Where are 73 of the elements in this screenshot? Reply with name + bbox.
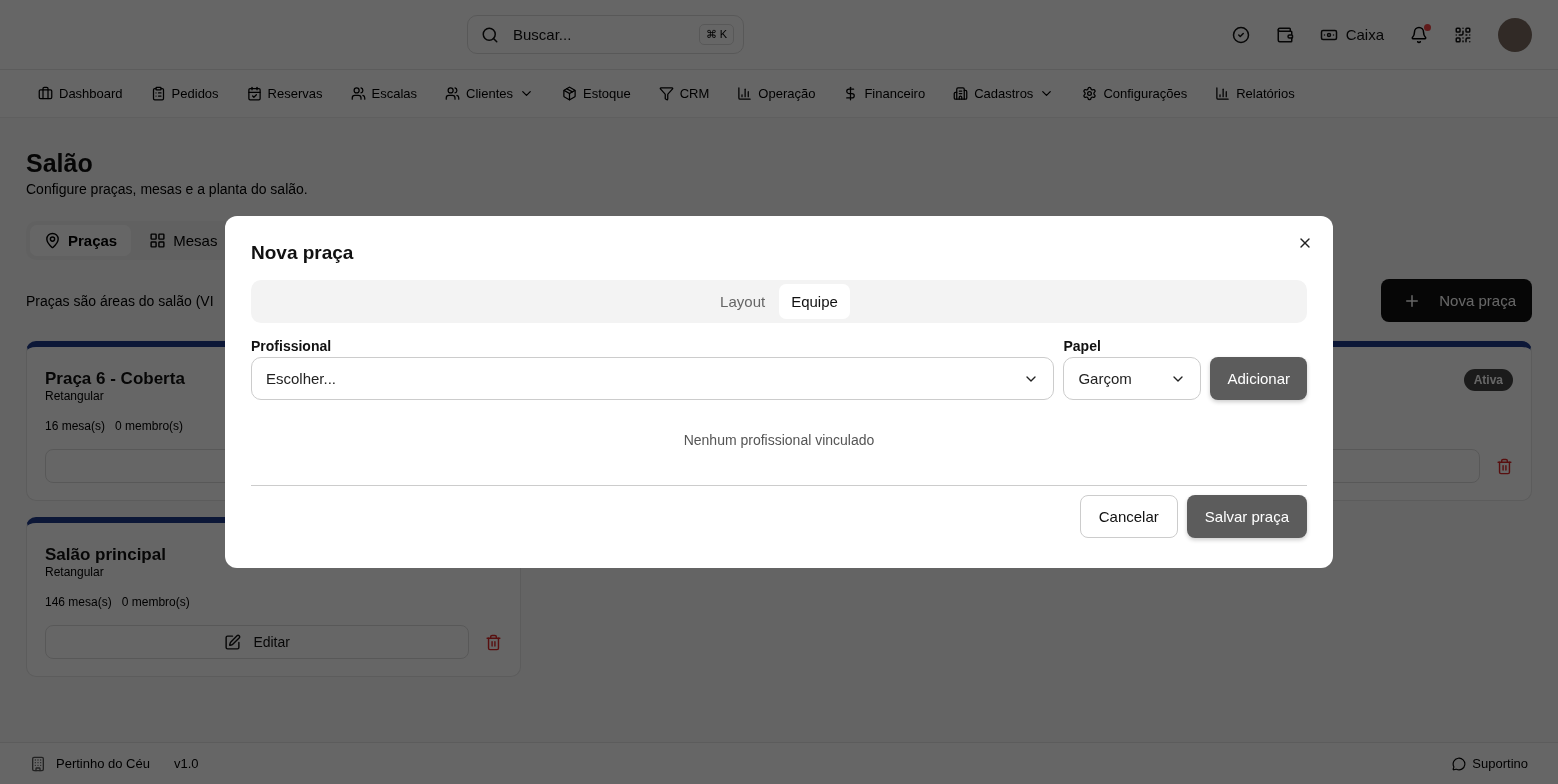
map-pin-icon (44, 232, 61, 249)
table-count: 146 mesa(s) (45, 595, 112, 610)
tab[interactable]: Mesas (135, 225, 232, 256)
search-field[interactable]: Buscar... ⌘ K (467, 15, 744, 54)
nav-item[interactable]: Clientes (445, 86, 534, 101)
nav-item[interactable]: Reservas (246, 86, 323, 101)
search-icon (481, 25, 499, 44)
bar-chart-icon (737, 86, 753, 101)
cancel-button[interactable]: Cancelar (1079, 495, 1178, 538)
nav-item[interactable]: Financeiro (843, 86, 926, 101)
package-icon (562, 86, 577, 101)
trash-icon (485, 633, 503, 651)
professional-select[interactable]: Escolher... (251, 357, 1055, 400)
delete-button[interactable] (1496, 457, 1513, 475)
empty-message: Nenhum profissional vinculado (682, 432, 876, 448)
nav-item[interactable]: Escalas (350, 86, 418, 101)
nav-item[interactable]: CRM (658, 86, 710, 101)
search-placeholder: Buscar... (513, 26, 573, 43)
bell-icon (1410, 25, 1428, 44)
avatar[interactable] (1498, 17, 1532, 52)
add-button[interactable]: Adicionar (1210, 357, 1307, 400)
building-icon (30, 755, 46, 772)
delete-button[interactable] (485, 633, 503, 651)
company-name: Pertinho do Céu (56, 756, 150, 771)
message-icon (1452, 756, 1467, 771)
tab[interactable]: Equipe (779, 284, 850, 319)
check-circle-icon[interactable] (1231, 25, 1250, 44)
member-count: 0 membro(s) (121, 595, 190, 610)
nav-item[interactable]: Pedidos (150, 86, 219, 101)
clipboard-icon (150, 86, 166, 101)
nav-item[interactable]: Estoque (562, 86, 631, 101)
users-icon (445, 86, 461, 101)
trash-icon (1496, 457, 1513, 475)
page-subtitle: Configure praças, mesas e a planta do salão. (26, 181, 309, 197)
settings-icon (1082, 86, 1098, 101)
building-icon (953, 86, 969, 101)
field-label: Papel (1063, 338, 1102, 354)
edit-icon (224, 633, 242, 651)
calendar-icon (246, 86, 262, 101)
version: v1.0 (173, 756, 199, 771)
shape-label: Retangular (45, 389, 105, 403)
nav-item[interactable]: Operação (737, 86, 816, 101)
users-icon (350, 86, 366, 101)
nav-item[interactable]: Cadastros (953, 86, 1055, 101)
shape-label: Retangular (45, 565, 105, 579)
edit-button[interactable]: Editar (45, 625, 470, 659)
grid-icon (149, 232, 167, 249)
status-badge: Ativa (1463, 369, 1513, 391)
tab[interactable]: Layout (708, 284, 778, 319)
save-button[interactable]: Salvar praça (1186, 495, 1307, 538)
wallet-icon[interactable] (1275, 25, 1294, 44)
cash-button[interactable]: Caixa (1319, 25, 1384, 44)
new-button[interactable]: Nova praça (1381, 279, 1532, 322)
member-count: 0 membro(s) (115, 419, 184, 434)
nav-item[interactable]: Configurações (1082, 86, 1188, 101)
notifications-button[interactable] (1410, 25, 1428, 44)
briefcase-icon (38, 86, 53, 101)
nav-item[interactable]: Relatórios (1215, 86, 1295, 101)
description: Praças são áreas do salão (VI (26, 292, 214, 309)
page-title: Salão (26, 148, 94, 178)
tab[interactable]: Praças (30, 225, 132, 256)
card-title: Salão principal (45, 545, 166, 564)
role-select[interactable]: Garçom (1063, 357, 1202, 400)
support-link[interactable]: Suportino (1452, 756, 1528, 771)
shortcut-hint: ⌘ K (698, 24, 734, 45)
qr-code-icon[interactable] (1454, 25, 1472, 44)
field-label: Profissional (251, 338, 333, 354)
bar-chart-icon (1215, 86, 1231, 101)
funnel-icon (658, 86, 674, 101)
nav-item[interactable]: Dashboard (38, 86, 123, 101)
card-title: Praça 6 - Coberta (45, 369, 185, 388)
dialog-title: Nova praça (251, 241, 355, 265)
table-count: 16 mesa(s) (45, 419, 106, 434)
